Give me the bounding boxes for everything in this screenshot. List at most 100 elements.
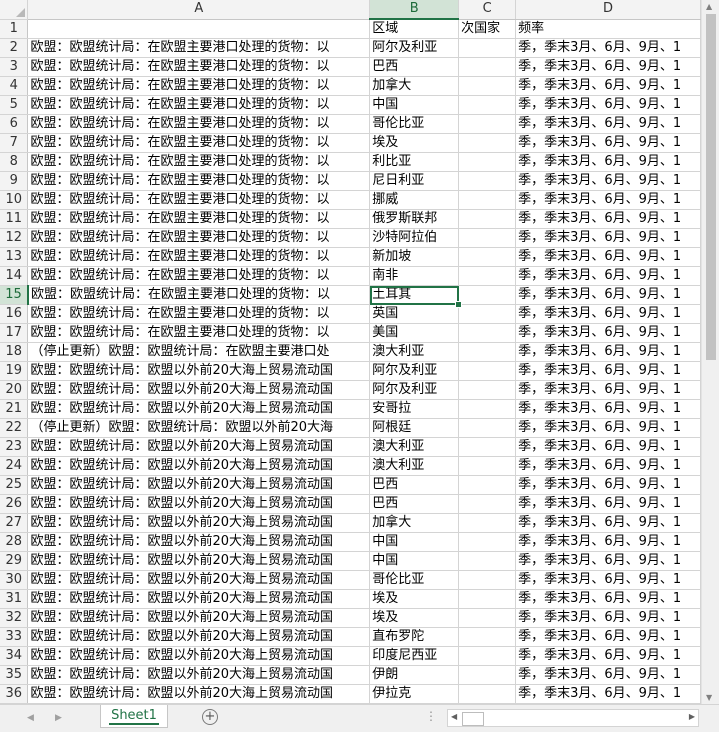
cell-c12[interactable] <box>458 228 517 248</box>
cell-d9[interactable]: 季，季末3月、6月、9月、1 <box>515 171 701 191</box>
cell-b18[interactable]: 澳大利亚 <box>369 342 460 362</box>
cell-b12[interactable]: 沙特阿拉伯 <box>369 228 460 248</box>
cell-b23[interactable]: 澳大利亚 <box>369 437 460 457</box>
cell-a24[interactable]: 欧盟：欧盟统计局：欧盟以外前20大海上贸易流动国 <box>27 456 371 476</box>
cell-d21[interactable]: 季，季末3月、6月、9月、1 <box>515 399 701 419</box>
cell-a9[interactable]: 欧盟：欧盟统计局：在欧盟主要港口处理的货物：以 <box>27 171 371 191</box>
cell-b22[interactable]: 阿根廷 <box>369 418 460 438</box>
row-header[interactable]: 8 <box>0 152 29 172</box>
cell-b5[interactable]: 中国 <box>369 95 460 115</box>
cell-b25[interactable]: 巴西 <box>369 475 460 495</box>
scroll-down-arrow-icon[interactable]: ▼ <box>706 693 712 702</box>
cell-b24[interactable]: 澳大利亚 <box>369 456 460 476</box>
cell-d33[interactable]: 季，季末3月、6月、9月、1 <box>515 627 701 647</box>
row-header[interactable]: 19 <box>0 361 29 381</box>
row-header[interactable]: 29 <box>0 551 29 571</box>
cell-c8[interactable] <box>458 152 517 172</box>
row-header[interactable]: 26 <box>0 494 29 514</box>
cell-a21[interactable]: 欧盟：欧盟统计局：欧盟以外前20大海上贸易流动国 <box>27 399 371 419</box>
next-sheet-icon[interactable]: ▶ <box>55 713 62 723</box>
cell-d16[interactable]: 季，季末3月、6月、9月、1 <box>515 304 701 324</box>
cell-a12[interactable]: 欧盟：欧盟统计局：在欧盟主要港口处理的货物：以 <box>27 228 371 248</box>
cell-b13[interactable]: 新加坡 <box>369 247 460 267</box>
cell-d14[interactable]: 季，季末3月、6月、9月、1 <box>515 266 701 286</box>
cell-c27[interactable] <box>458 513 517 533</box>
cell-c9[interactable] <box>458 171 517 191</box>
fill-handle[interactable] <box>454 300 462 308</box>
cell-a16[interactable]: 欧盟：欧盟统计局：在欧盟主要港口处理的货物：以 <box>27 304 371 324</box>
cell-a17[interactable]: 欧盟：欧盟统计局：在欧盟主要港口处理的货物：以 <box>27 323 371 343</box>
row-header[interactable]: 16 <box>0 304 29 324</box>
cell-b4[interactable]: 加拿大 <box>369 76 460 96</box>
add-sheet-icon[interactable]: + <box>202 709 218 725</box>
cell-b34[interactable]: 印度尼西亚 <box>369 646 460 666</box>
column-header-c[interactable]: C <box>458 0 517 20</box>
cell-d18[interactable]: 季，季末3月、6月、9月、1 <box>515 342 701 362</box>
cell-b20[interactable]: 阿尔及利亚 <box>369 380 460 400</box>
cell-c4[interactable] <box>458 76 517 96</box>
cell-d12[interactable]: 季，季末3月、6月、9月、1 <box>515 228 701 248</box>
cell-c31[interactable] <box>458 589 517 609</box>
cell-c26[interactable] <box>458 494 517 514</box>
cell-b29[interactable]: 中国 <box>369 551 460 571</box>
scroll-right-arrow-icon[interactable]: ▶ <box>689 712 695 721</box>
cell-c25[interactable] <box>458 475 517 495</box>
cell-d29[interactable]: 季，季末3月、6月、9月、1 <box>515 551 701 571</box>
cell-a1[interactable] <box>27 19 371 39</box>
more-options-icon[interactable]: ⋮ <box>425 709 437 723</box>
cell-b14[interactable]: 南非 <box>369 266 460 286</box>
row-header[interactable]: 9 <box>0 171 29 191</box>
cell-d19[interactable]: 季，季末3月、6月、9月、1 <box>515 361 701 381</box>
cell-c15[interactable] <box>458 285 517 305</box>
row-header[interactable]: 27 <box>0 513 29 533</box>
cell-a14[interactable]: 欧盟：欧盟统计局：在欧盟主要港口处理的货物：以 <box>27 266 371 286</box>
column-header-d[interactable]: D <box>515 0 701 20</box>
cell-d20[interactable]: 季，季末3月、6月、9月、1 <box>515 380 701 400</box>
cell-d2[interactable]: 季，季末3月、6月、9月、1 <box>515 38 701 58</box>
cell-c18[interactable] <box>458 342 517 362</box>
cell-d7[interactable]: 季，季末3月、6月、9月、1 <box>515 133 701 153</box>
column-header-b[interactable]: B <box>369 0 460 20</box>
cell-a26[interactable]: 欧盟：欧盟统计局：欧盟以外前20大海上贸易流动国 <box>27 494 371 514</box>
row-header[interactable]: 1 <box>0 19 29 39</box>
row-header[interactable]: 30 <box>0 570 29 590</box>
cell-a18[interactable]: （停止更新）欧盟：欧盟统计局：在欧盟主要港口处 <box>27 342 371 362</box>
cell-b15[interactable]: 土耳其 <box>369 285 460 305</box>
cell-b21[interactable]: 安哥拉 <box>369 399 460 419</box>
cell-a2[interactable]: 欧盟：欧盟统计局：在欧盟主要港口处理的货物：以 <box>27 38 371 58</box>
row-header[interactable]: 36 <box>0 684 29 704</box>
cell-a27[interactable]: 欧盟：欧盟统计局：欧盟以外前20大海上贸易流动国 <box>27 513 371 533</box>
cell-a36[interactable]: 欧盟：欧盟统计局：欧盟以外前20大海上贸易流动国 <box>27 684 371 704</box>
row-header[interactable]: 23 <box>0 437 29 457</box>
cell-a30[interactable]: 欧盟：欧盟统计局：欧盟以外前20大海上贸易流动国 <box>27 570 371 590</box>
cell-b30[interactable]: 哥伦比亚 <box>369 570 460 590</box>
cell-d5[interactable]: 季，季末3月、6月、9月、1 <box>515 95 701 115</box>
cell-b7[interactable]: 埃及 <box>369 133 460 153</box>
cell-a34[interactable]: 欧盟：欧盟统计局：欧盟以外前20大海上贸易流动国 <box>27 646 371 666</box>
row-header[interactable]: 17 <box>0 323 29 343</box>
row-header[interactable]: 25 <box>0 475 29 495</box>
row-header[interactable]: 24 <box>0 456 29 476</box>
cell-d31[interactable]: 季，季末3月、6月、9月、1 <box>515 589 701 609</box>
select-all-corner[interactable] <box>0 0 29 20</box>
cell-d23[interactable]: 季，季末3月、6月、9月、1 <box>515 437 701 457</box>
cell-b6[interactable]: 哥伦比亚 <box>369 114 460 134</box>
cell-b26[interactable]: 巴西 <box>369 494 460 514</box>
cell-b27[interactable]: 加拿大 <box>369 513 460 533</box>
cell-d34[interactable]: 季，季末3月、6月、9月、1 <box>515 646 701 666</box>
cell-d4[interactable]: 季，季末3月、6月、9月、1 <box>515 76 701 96</box>
row-header[interactable]: 20 <box>0 380 29 400</box>
cell-b17[interactable]: 美国 <box>369 323 460 343</box>
cell-c24[interactable] <box>458 456 517 476</box>
cell-a5[interactable]: 欧盟：欧盟统计局：在欧盟主要港口处理的货物：以 <box>27 95 371 115</box>
row-header[interactable]: 3 <box>0 57 29 77</box>
row-header[interactable]: 28 <box>0 532 29 552</box>
cell-a8[interactable]: 欧盟：欧盟统计局：在欧盟主要港口处理的货物：以 <box>27 152 371 172</box>
cell-b3[interactable]: 巴西 <box>369 57 460 77</box>
cell-d32[interactable]: 季，季末3月、6月、9月、1 <box>515 608 701 628</box>
row-header[interactable]: 10 <box>0 190 29 210</box>
cell-c22[interactable] <box>458 418 517 438</box>
cell-a11[interactable]: 欧盟：欧盟统计局：在欧盟主要港口处理的货物：以 <box>27 209 371 229</box>
cell-c5[interactable] <box>458 95 517 115</box>
cell-c7[interactable] <box>458 133 517 153</box>
